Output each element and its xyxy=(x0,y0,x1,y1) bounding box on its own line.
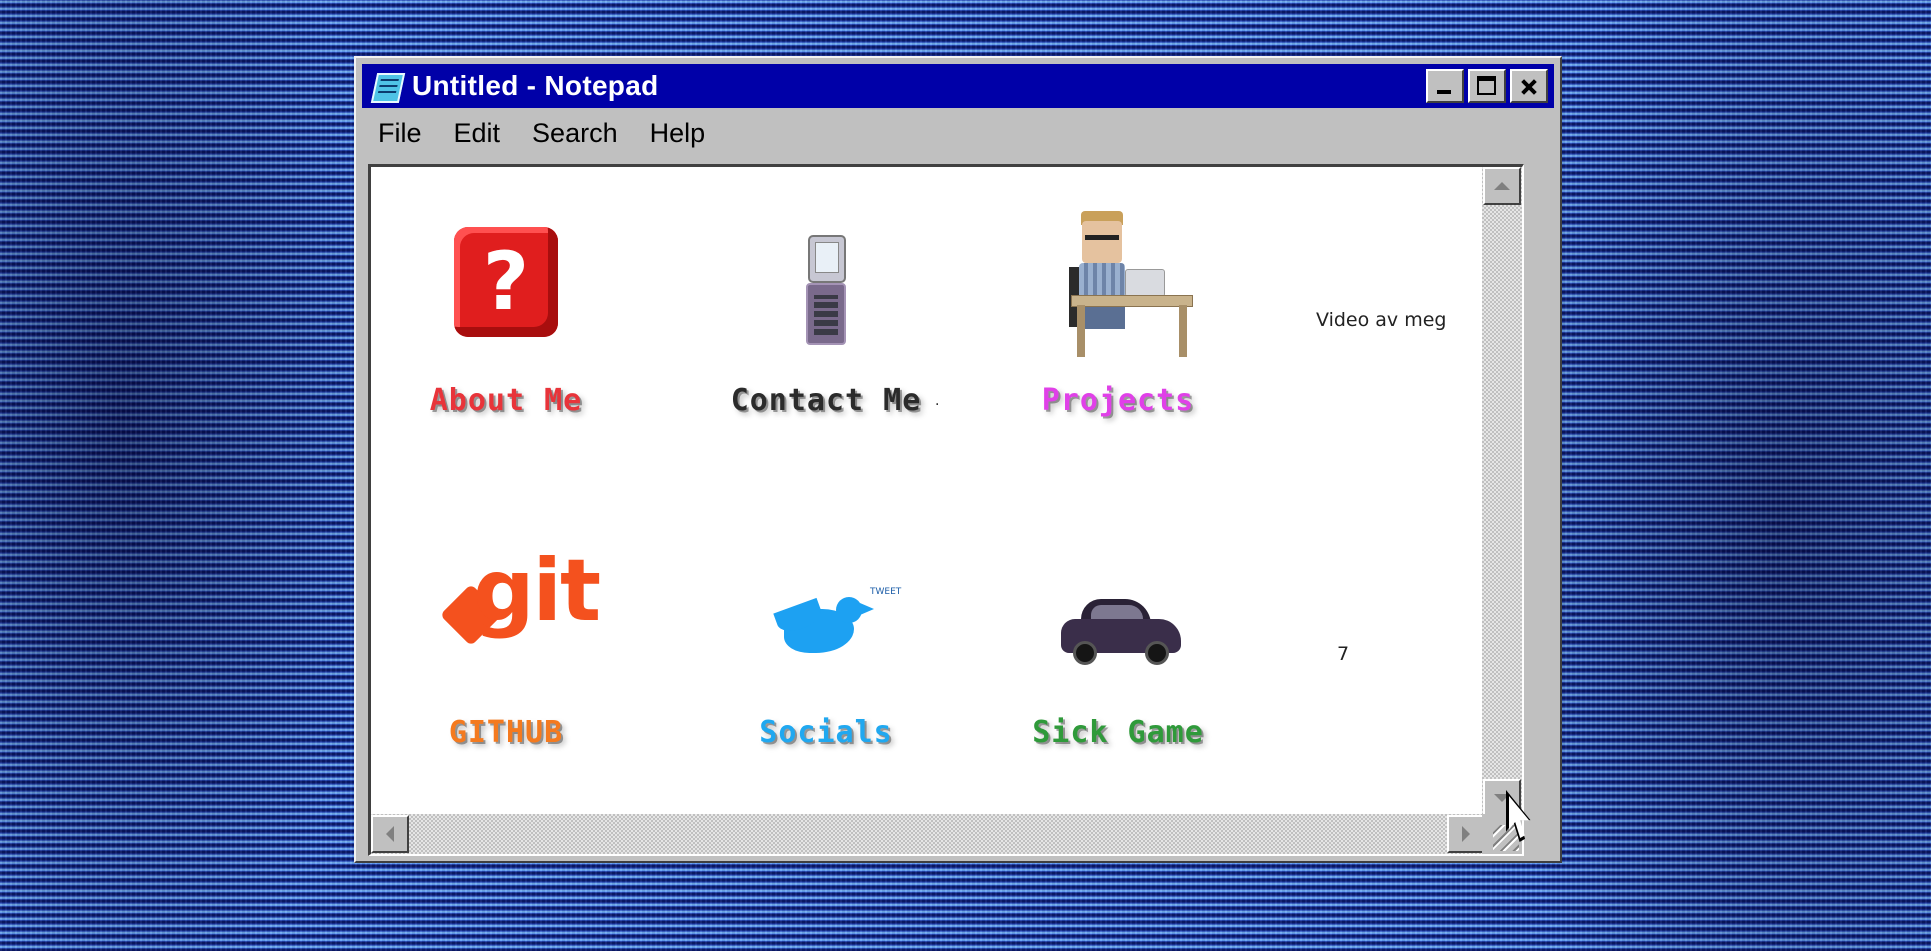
tile-label-github: GITHUB xyxy=(448,715,564,750)
arrow-up-icon xyxy=(1494,182,1510,190)
tile-label-socials: Socials xyxy=(759,715,893,750)
developer-at-desk-icon xyxy=(1051,207,1193,357)
notepad-icon[interactable] xyxy=(370,71,406,103)
arrow-right-icon xyxy=(1462,826,1470,842)
window-title: Untitled - Notepad xyxy=(412,70,659,101)
twitter-bird-icon: TWEET xyxy=(773,587,906,667)
menu-help[interactable]: Help xyxy=(634,118,722,149)
maximize-button[interactable] xyxy=(1468,69,1506,103)
tile-github[interactable]: git GITHUB xyxy=(371,541,641,750)
menu-bar: File Edit Search Help xyxy=(362,112,1554,154)
tile-sick-game[interactable]: Sick Game xyxy=(983,547,1253,750)
question-block-icon: ? xyxy=(454,227,558,337)
flip-phone-icon xyxy=(806,235,846,345)
scroll-right-button[interactable] xyxy=(1447,815,1485,853)
title-bar[interactable]: Untitled - Notepad xyxy=(362,64,1554,108)
scroll-up-button[interactable] xyxy=(1483,167,1521,205)
video-label: Video av meg xyxy=(1316,309,1447,331)
horizontal-scrollbar[interactable] xyxy=(371,814,1485,854)
notepad-window[interactable]: Untitled - Notepad File Edit Search Help… xyxy=(354,56,1562,863)
scroll-left-button[interactable] xyxy=(371,815,409,853)
tile-about-me[interactable]: ? About Me xyxy=(371,217,641,418)
content-area: ? About Me Contact Me . Projects Video a… xyxy=(371,167,1485,817)
window-controls xyxy=(1422,69,1548,103)
text-area[interactable]: ? About Me Contact Me . Projects Video a… xyxy=(368,164,1524,856)
close-button[interactable] xyxy=(1510,69,1548,103)
tile-label-about-me: About Me xyxy=(429,383,583,418)
menu-edit[interactable]: Edit xyxy=(438,118,517,149)
stray-dot: . xyxy=(935,393,940,409)
vertical-scrollbar[interactable] xyxy=(1482,167,1522,817)
tile-projects[interactable]: Projects xyxy=(983,207,1253,418)
menu-search[interactable]: Search xyxy=(516,118,634,149)
menu-file[interactable]: File xyxy=(362,118,438,149)
tweet-caption: TWEET xyxy=(870,587,902,597)
tile-label-contact-me: Contact Me xyxy=(730,383,922,418)
tile-label-projects: Projects xyxy=(1041,383,1195,418)
number-label: 7 xyxy=(1337,643,1350,665)
car-icon xyxy=(1057,597,1187,667)
minimize-button[interactable] xyxy=(1426,69,1464,103)
tile-label-sick-game: Sick Game xyxy=(1032,715,1204,750)
tile-socials[interactable]: TWEET Socials xyxy=(691,547,961,750)
arrow-left-icon xyxy=(386,826,394,842)
git-logo-icon: git xyxy=(439,541,601,697)
tile-contact-me[interactable]: Contact Me xyxy=(691,217,961,418)
